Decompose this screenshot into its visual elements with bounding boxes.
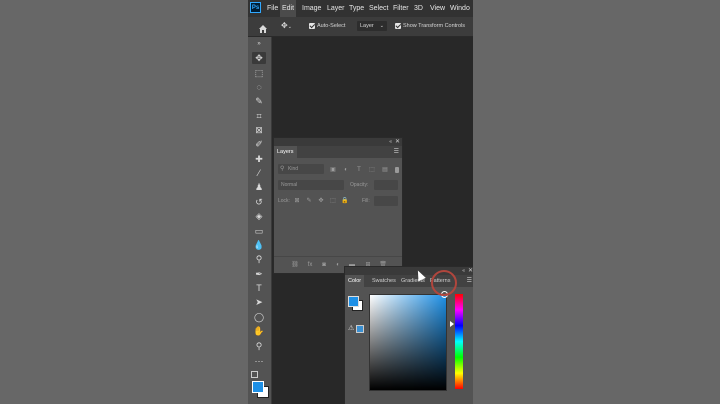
layer-dropdown-value: Layer [360,23,374,29]
menu-layer[interactable]: Layer [325,0,347,17]
show-transform-label: Show Transform Controls [403,23,466,29]
photoshop-logo: Ps [250,2,261,13]
link-layers-icon[interactable]: ⛓ [291,261,299,269]
pen-tool-icon[interactable]: ✒ [252,268,266,280]
filter-pixel-icon[interactable]: ▣ [329,166,337,174]
default-colors-icon[interactable] [251,371,258,378]
filter-toggle-icon[interactable] [395,167,399,173]
lock-label: Lock: [278,198,290,204]
clone-stamp-tool-icon[interactable]: ♟ [252,181,266,193]
opacity-field[interactable] [374,180,398,190]
lock-transparent-icon[interactable]: ⊠ [293,197,301,205]
brush-tool-icon[interactable]: ⁄ [252,167,266,179]
blur-tool-icon[interactable]: 💧 [252,239,266,251]
layers-list[interactable] [274,210,402,256]
menu-window[interactable]: Windo [448,0,472,17]
close-icon[interactable]: ✕ [395,138,400,146]
panel-menu-icon[interactable]: ☰ [394,146,399,158]
hand-tool-icon[interactable]: ✋ [252,325,266,337]
type-tool-icon[interactable]: T [252,282,266,294]
filter-smart-object-icon[interactable]: ▤ [381,166,389,174]
collapse-icon[interactable]: « [462,267,465,275]
quick-select-tool-icon[interactable]: ✎ [252,95,266,107]
layer-style-icon[interactable]: fx [306,261,314,269]
menu-file[interactable]: File [265,0,280,17]
saturation-brightness-field[interactable] [369,294,447,391]
collapse-icon[interactable]: « [389,138,392,146]
filter-shape-icon[interactable]: ⬚ [368,166,376,174]
opacity-label: Opacity: [350,182,369,188]
auto-select-label: Auto-Select [317,23,346,29]
expand-toolbar-icon[interactable]: » [252,38,266,50]
kind-placeholder: Kind [288,166,299,172]
history-brush-tool-icon[interactable]: ↺ [252,196,266,208]
adjustment-layer-icon[interactable]: ◐ [334,261,342,269]
filter-type-icon[interactable]: T [355,166,363,174]
tools-panel: » ✥ ⬚ ◌ ✎ ⌗ ⊠ ✐ ✚ ⁄ ♟ ↺ ◈ ▭ 💧 ⚲ ✒ T ➤ ◯ … [248,37,272,404]
hue-slider[interactable] [455,294,463,389]
photoshop-window: Ps File Edit Image Layer Type Select Fil… [248,0,473,404]
menu-filter[interactable]: Filter [391,0,411,17]
cursor-highlight-ring [431,270,457,296]
blend-mode-select[interactable]: Normal [278,180,344,190]
auto-select-checkbox[interactable] [309,23,315,29]
layers-panel-tabs: Layers ☰ [274,146,402,158]
panel-menu-icon[interactable]: ☰ [467,275,472,287]
filter-adjustment-icon[interactable]: ◐ [342,166,350,174]
gradient-tool-icon[interactable]: ▭ [252,225,266,237]
color-fg-swatch[interactable] [348,296,359,307]
close-icon[interactable]: ✕ [468,267,473,275]
lock-position-icon[interactable]: ✥ [317,197,325,205]
menu-type[interactable]: Type [347,0,366,17]
lock-image-icon[interactable]: ✎ [305,197,313,205]
move-tool-preset-icon[interactable]: ✥⌄ [281,21,297,31]
tab-swatches[interactable]: Swatches [369,275,399,287]
menu-edit[interactable]: Edit [280,0,297,17]
healing-brush-tool-icon[interactable]: ✚ [252,153,266,165]
menu-select[interactable]: Select [367,0,390,17]
menu-view[interactable]: View [428,0,447,17]
eyedropper-tool-icon[interactable]: ✐ [252,138,266,150]
dodge-tool-icon[interactable]: ⚲ [252,253,266,265]
add-mask-icon[interactable]: ◙ [320,261,328,269]
lock-artboard-icon[interactable]: ⬚ [329,197,337,205]
show-transform-checkbox[interactable] [395,23,401,29]
menu-3d[interactable]: 3D [412,0,425,17]
fill-field[interactable] [374,196,398,206]
web-color-swatch[interactable] [356,325,364,333]
menu-image[interactable]: Image [300,0,323,17]
gamut-warning-icon[interactable]: ⚠ [348,324,354,332]
lock-all-icon[interactable]: 🔒 [341,197,349,205]
layers-panel-header: « ✕ [274,138,402,146]
frame-tool-icon[interactable]: ⊠ [252,124,266,136]
options-bar: ✥⌄ Auto-Select Layer ⌄ Show Transform Co… [248,17,473,37]
layer-dropdown[interactable]: Layer ⌄ [357,21,387,31]
hue-slider-handle-icon[interactable] [450,321,454,327]
chevron-down-icon: ⌄ [379,23,384,29]
layer-filter-kind[interactable]: ⚲ Kind [278,164,324,174]
foreground-color-swatch[interactable] [252,381,264,393]
tab-color[interactable]: Color [345,275,365,287]
crop-tool-icon[interactable]: ⌗ [252,110,266,122]
home-icon[interactable] [258,21,268,33]
ellipse-tool-icon[interactable]: ◯ [252,311,266,323]
marquee-tool-icon[interactable]: ⬚ [252,67,266,79]
blend-mode-value: Normal [281,182,298,188]
zoom-tool-icon[interactable]: ⚲ [252,340,266,352]
path-selection-tool-icon[interactable]: ➤ [252,296,266,308]
move-tool-icon[interactable]: ✥ [252,52,266,64]
search-icon: ⚲ [280,166,285,172]
layers-panel: « ✕ Layers ☰ ⚲ Kind ▣ ◐ T ⬚ ▤ Normal Opa… [273,137,403,274]
tab-layers[interactable]: Layers [274,146,297,158]
more-tools-icon[interactable]: ⋯ [252,355,266,367]
menu-bar: Ps File Edit Image Layer Type Select Fil… [248,0,473,17]
eraser-tool-icon[interactable]: ◈ [252,210,266,222]
fill-label: Fill: [362,198,370,204]
lasso-tool-icon[interactable]: ◌ [252,81,266,93]
